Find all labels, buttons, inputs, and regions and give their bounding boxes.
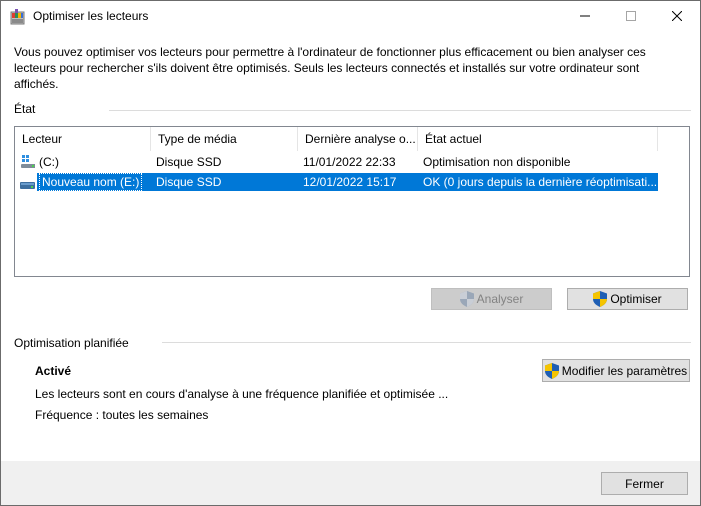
minimize-icon [580, 10, 590, 24]
drive-row-e[interactable]: Nouveau nom (E:) Disque SSD 12/01/2022 1… [15, 173, 658, 191]
window-title: Optimiser les lecteurs [33, 9, 149, 23]
dialog-footer: Fermer [1, 461, 700, 505]
optimize-drives-window: Optimiser les lecteurs Vous pouvez optim… [0, 0, 701, 506]
last-analysis: 11/01/2022 22:33 [303, 155, 396, 169]
status-group-divider [109, 110, 691, 111]
column-header-media-type[interactable]: Type de média [151, 127, 298, 151]
close-window-button[interactable] [654, 1, 700, 32]
drive-name: (C:) [39, 155, 59, 169]
uac-shield-icon [459, 291, 474, 307]
status-group-label: État [14, 102, 36, 116]
analyze-label: Analyser [476, 292, 524, 306]
minimize-button[interactable] [562, 1, 608, 32]
drives-list[interactable]: Lecteur Type de média Dernière analyse o… [14, 126, 690, 277]
scheduled-group-divider [162, 342, 691, 343]
modify-settings-label: Modifier les paramètres [561, 363, 688, 378]
drive-name: Nouveau nom (E:) [39, 173, 143, 191]
schedule-status: Activé [35, 364, 72, 378]
last-analysis: 12/01/2022 15:17 [303, 175, 397, 189]
current-state: Optimisation non disponible [423, 155, 571, 169]
scheduled-group-label: Optimisation planifiée [14, 336, 129, 350]
uac-shield-icon [593, 291, 608, 307]
column-header-current-state[interactable]: État actuel [418, 127, 658, 151]
close-icon [671, 10, 683, 24]
close-label: Fermer [625, 476, 664, 491]
current-state: OK (0 jours depuis la dernière réoptimis… [423, 175, 657, 189]
drive-icon [20, 177, 36, 189]
optimize-label: Optimiser [610, 292, 662, 306]
schedule-detail: Les lecteurs sont en cours d'analyse à u… [35, 387, 449, 401]
uac-shield-icon [544, 362, 559, 379]
description-text: Vous pouvez optimiser vos lecteurs pour … [14, 45, 646, 91]
modify-settings-button[interactable]: Modifier les paramètres [542, 359, 690, 382]
drive-row-c[interactable]: (C:) Disque SSD 11/01/2022 22:33 Optimis… [15, 153, 658, 171]
title-bar: Optimiser les lecteurs [1, 1, 700, 33]
maximize-icon [626, 10, 636, 24]
close-button[interactable]: Fermer [601, 472, 688, 495]
windows-drive-icon [21, 155, 35, 169]
schedule-frequency: Fréquence : toutes les semaines [35, 408, 209, 422]
analyze-button[interactable]: Analyser [431, 288, 552, 310]
maximize-button[interactable] [608, 1, 654, 32]
media-type: Disque SSD [156, 155, 222, 169]
optimize-button[interactable]: Optimiser [567, 288, 688, 310]
defrag-app-icon [10, 9, 26, 25]
column-header-last-analysis[interactable]: Dernière analyse o... [298, 127, 418, 151]
media-type: Disque SSD [156, 175, 222, 189]
column-header-drive[interactable]: Lecteur [15, 127, 151, 151]
